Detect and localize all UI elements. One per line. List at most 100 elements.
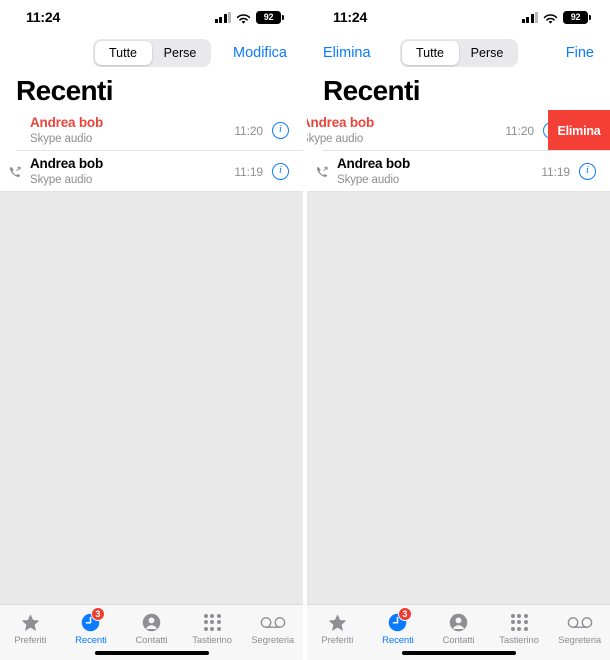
tab-label: Tastierino [499,635,539,646]
call-type-label: Skype audio [307,132,364,145]
voicemail-icon [567,611,593,633]
battery-icon: 92 [563,10,591,24]
row-divider [0,191,303,192]
empty-list-area [0,192,303,604]
segment-tutte[interactable]: Tutte [94,41,152,65]
page-title: Recenti [0,72,303,110]
wifi-icon [543,12,558,24]
status-badge: 3 [397,607,412,621]
call-time: 11:20 [505,123,534,138]
delete-all-button[interactable]: Elimina [323,45,385,61]
tab-label: Tastierino [192,635,232,646]
call-type-label: Skype audio [337,173,400,186]
status-bar-indicators: 92 [521,10,591,24]
tab-tastierino[interactable]: Tastierino [489,611,550,646]
call-time: 11:19 [541,164,570,179]
call-type-label: Skype audio [30,173,93,186]
contact-name: Andrea bob [30,114,104,130]
outgoing-call-icon [307,165,337,179]
call-row-text: Andrea bob Skype audio [307,115,505,147]
tab-label: Contatti [135,635,168,646]
contact-name: Andrea bob [307,114,375,130]
clock-icon: 3 [78,607,105,633]
status-bar: 11:24 92 [0,0,303,34]
empty-list-area [307,192,610,604]
call-row-text: Andrea bob Skype audio [30,115,234,147]
call-row-meta: 11:19 i [234,163,303,180]
call-time: 11:19 [234,164,263,179]
calls-filter-segmented-control: Tutte Perse [78,39,225,67]
call-info-button[interactable]: i [272,122,289,139]
tab-segreteria[interactable]: Segreteria [549,611,610,646]
tab-segreteria[interactable]: Segreteria [242,611,303,646]
tab-tastierino[interactable]: Tastierino [182,611,243,646]
outgoing-call-icon [0,165,30,179]
cellular-signal-icon [521,11,538,23]
voicemail-icon [260,611,286,633]
status-bar-indicators: 92 [214,10,284,24]
keypad-icon [199,611,225,633]
segment-perse[interactable]: Perse [152,41,209,65]
tab-recenti[interactable]: 3 Recenti [368,607,429,646]
clock-icon: 3 [385,607,412,633]
contact-name: Andrea bob [30,155,104,171]
star-icon [324,611,350,633]
tab-label: Preferiti [321,635,354,646]
home-indicator [0,651,303,655]
table-row[interactable]: Andrea bob Skype audio 11:19 i [307,151,610,192]
dual-screenshot-container: 11:24 92 Tutte Perse Modifica Recenti An… [0,0,610,660]
phone-screen-left: 11:24 92 Tutte Perse Modifica Recenti An… [0,0,303,660]
edit-button[interactable]: Modifica [225,45,287,61]
person-icon [138,611,164,633]
call-time: 11:20 [234,123,263,138]
tab-label: Preferiti [14,635,47,646]
table-row[interactable]: Andrea bob Skype audio 11:20 i Elimina [307,110,610,151]
table-row[interactable]: Andrea bob Skype audio 11:20 i [0,110,303,151]
status-bar: 11:24 92 [307,0,610,34]
home-indicator [307,651,610,655]
tab-label: Segreteria [558,635,602,646]
tab-bar: Preferiti 3 Recenti Contatti Tastierino … [307,604,610,660]
page-title: Recenti [307,72,610,110]
call-info-button[interactable]: i [579,163,596,180]
recent-calls-list: Andrea bob Skype audio 11:20 i Andrea bo… [0,110,303,192]
status-badge: 3 [90,607,105,621]
segment-perse[interactable]: Perse [459,41,516,65]
star-icon [17,611,43,633]
call-info-button[interactable]: i [272,163,289,180]
calls-filter-segmented-control: Tutte Perse [385,39,532,67]
tab-contatti[interactable]: Contatti [428,611,489,646]
recent-calls-list: Andrea bob Skype audio 11:20 i Elimina [307,110,610,192]
call-row-text: Andrea bob Skype audio [30,156,234,188]
tab-bar: Preferiti 3 Recenti Contatti Tastierino … [0,604,303,660]
status-bar-time: 11:24 [26,9,61,25]
swipe-delete-button[interactable]: Elimina [548,110,610,151]
table-row[interactable]: Andrea bob Skype audio 11:19 i [0,151,303,192]
call-type-label: Skype audio [30,132,93,145]
done-button[interactable]: Fine [532,45,594,61]
row-divider [307,191,610,192]
nav-bar: Elimina Tutte Perse Fine [307,34,610,72]
tab-label: Segreteria [251,635,295,646]
tab-label: Recenti [382,635,414,646]
contact-name: Andrea bob [337,155,411,171]
tab-label: Recenti [75,635,107,646]
call-row-meta: 11:19 i [541,163,610,180]
tab-preferiti[interactable]: Preferiti [307,611,368,646]
keypad-icon [506,611,532,633]
tab-contatti[interactable]: Contatti [121,611,182,646]
segment-tutte[interactable]: Tutte [401,41,459,65]
call-row-text: Andrea bob Skype audio [337,156,541,188]
nav-bar: Tutte Perse Modifica [0,34,303,72]
battery-level: 92 [570,11,581,22]
tab-preferiti[interactable]: Preferiti [0,611,61,646]
phone-screen-right: 11:24 92 Elimina Tutte Perse Fine Recent… [307,0,610,660]
cellular-signal-icon [214,11,231,23]
call-row-meta: 11:20 i [234,122,303,139]
battery-icon: 92 [256,10,284,24]
tab-label: Contatti [442,635,475,646]
tab-recenti[interactable]: 3 Recenti [61,607,122,646]
battery-level: 92 [263,11,274,22]
wifi-icon [236,12,251,24]
status-bar-time: 11:24 [333,9,368,25]
